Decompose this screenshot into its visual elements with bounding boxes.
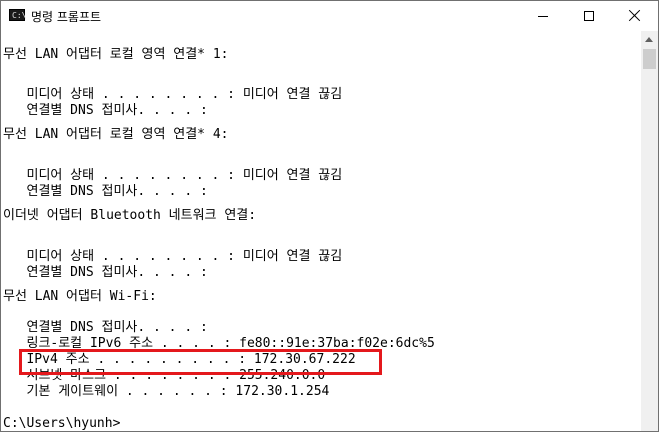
console-line: 연결별 DNS 접미사. . . . : xyxy=(3,184,208,199)
console-line: 기본 게이트웨이 . . . . . . : 172.30.1.254 xyxy=(3,384,330,399)
vertical-scrollbar[interactable] xyxy=(641,31,658,431)
scroll-up-arrow-icon[interactable] xyxy=(641,31,658,48)
app-icon-label: C:\ xyxy=(12,11,27,20)
command-prompt-window: C:\ 명령 프롬프트 무선 LAN 어댑터 로컬 영역 연결* 1: 미디어 … xyxy=(0,0,659,432)
minimize-button[interactable] xyxy=(520,1,566,31)
title-bar[interactable]: C:\ 명령 프롬프트 xyxy=(1,1,658,31)
close-button[interactable] xyxy=(612,1,658,31)
scrollbar-thumb[interactable] xyxy=(643,49,656,69)
console-line: 미디어 상태 . . . . . . . . : 미디어 연결 끊김 xyxy=(3,168,343,183)
ipv4-highlight-box xyxy=(19,349,382,375)
console-line: 연결별 DNS 접미사. . . . : xyxy=(3,103,208,118)
window-title: 명령 프롬프트 xyxy=(31,10,102,24)
console-line: 무선 LAN 어댑터 Wi-Fi: xyxy=(3,289,157,304)
console-output[interactable]: 무선 LAN 어댑터 로컬 영역 연결* 1: 미디어 상태 . . . . .… xyxy=(1,31,641,431)
minimize-icon xyxy=(538,16,548,17)
console-line: 미디어 상태 . . . . . . . . : 미디어 연결 끊김 xyxy=(3,87,343,102)
console-app-icon[interactable]: C:\ xyxy=(9,9,27,21)
console-line: 연결별 DNS 접미사. . . . : xyxy=(3,265,208,280)
maximize-button[interactable] xyxy=(566,1,612,31)
console-line: 연결별 DNS 접미사. . . . : xyxy=(3,320,208,335)
console-prompt: C:\Users\hyunh> xyxy=(3,416,121,431)
console-line: 무선 LAN 어댑터 로컬 영역 연결* 4: xyxy=(3,127,229,142)
console-line: 이더넷 어댑터 Bluetooth 네트워크 연결: xyxy=(3,208,257,223)
console-line: 무선 LAN 어댑터 로컬 영역 연결* 1: xyxy=(3,47,229,62)
close-icon xyxy=(629,9,641,21)
maximize-icon xyxy=(584,11,594,21)
console-line: 미디어 상태 . . . . . . . . : 미디어 연결 끊김 xyxy=(3,249,343,264)
